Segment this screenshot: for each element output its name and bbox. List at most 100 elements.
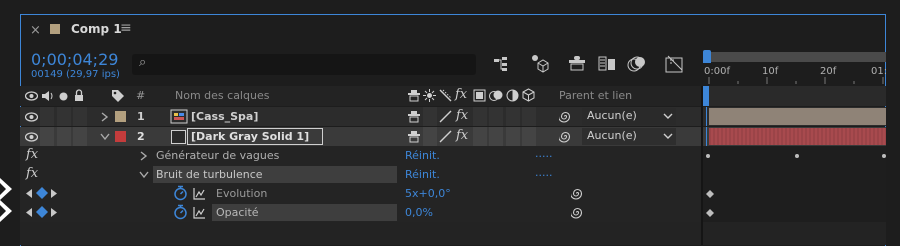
layer-name[interactable]: [Cass_Spa] — [191, 110, 258, 123]
frame-blending-icon[interactable] — [598, 55, 618, 73]
pick-whip-icon[interactable] — [571, 187, 584, 200]
prev-keyframe-icon[interactable] — [26, 208, 33, 217]
property-row[interactable]: Evolution 5x+0,0° — [20, 184, 886, 203]
adjustment-switch[interactable] — [506, 107, 520, 126]
quality-switch-icon[interactable] — [439, 130, 452, 143]
label-color-swatch[interactable] — [115, 111, 126, 122]
eye-icon[interactable] — [25, 132, 38, 142]
graph-icon[interactable] — [193, 206, 206, 219]
adjustment-switch[interactable] — [506, 127, 520, 146]
property-name[interactable]: Evolution — [216, 187, 267, 200]
add-keyframe-icon[interactable] — [36, 187, 48, 199]
effect-fx-icon[interactable]: fx — [26, 166, 38, 181]
timecode-display[interactable]: 0;00;04;29 — [31, 50, 118, 69]
layer-name-header[interactable]: Nom des calques — [175, 89, 269, 102]
video-switch-icon[interactable] — [25, 91, 38, 101]
3d-layer-switch-icon[interactable] — [522, 88, 535, 102]
comp-flowchart-icon[interactable] — [493, 56, 513, 72]
pick-whip-icon[interactable] — [559, 130, 572, 143]
keyframe-diamond-icon[interactable] — [706, 209, 714, 217]
shy-switch-icon[interactable] — [407, 110, 421, 123]
search-input[interactable]: ⌕ — [132, 54, 476, 75]
effect-fx-icon[interactable]: fx — [26, 147, 38, 162]
audio-toggle[interactable] — [40, 107, 54, 126]
adjustment-layer-switch-icon[interactable] — [506, 89, 519, 102]
column-header: # Nom des calques fx Parent et lien — [20, 86, 886, 106]
layer-row-selected[interactable]: 2 [Dark Gray Solid 1] fx Aucun(e) — [20, 127, 886, 146]
quality-switch-icon[interactable] — [439, 89, 452, 102]
expand-arrow-icon[interactable] — [101, 112, 109, 122]
motion-blur-switch-icon[interactable] — [489, 89, 503, 102]
reset-link[interactable]: Réinit. — [405, 149, 440, 162]
work-area-bar[interactable] — [705, 52, 886, 62]
property-value[interactable]: 0,0% — [405, 206, 433, 219]
graph-icon[interactable] — [193, 187, 206, 200]
stopwatch-icon[interactable] — [173, 185, 188, 201]
layer-name-edit[interactable]: [Dark Gray Solid 1] — [187, 128, 323, 145]
current-time-indicator-head[interactable] — [703, 50, 711, 63]
label-color-swatch[interactable] — [115, 131, 126, 142]
draft-3d-icon[interactable] — [530, 53, 550, 73]
effect-row[interactable]: fx Générateur de vagues Réinit. ..... — [20, 146, 886, 165]
audio-toggle[interactable] — [40, 127, 54, 146]
current-time-indicator[interactable] — [703, 86, 709, 106]
3d-switch[interactable] — [522, 127, 536, 146]
expand-arrow-icon[interactable] — [140, 151, 148, 161]
lock-icon[interactable] — [74, 89, 84, 102]
collapse-arrow-icon[interactable] — [139, 171, 149, 179]
label-tag-icon[interactable] — [111, 89, 125, 102]
parent-dropdown[interactable]: Aucun(e) — [582, 108, 676, 125]
parent-dropdown[interactable]: Aucun(e) — [582, 128, 676, 145]
motion-blur-switch[interactable] — [489, 107, 503, 126]
time-ruler[interactable]: 0:00f 10f 20f 01: — [703, 50, 887, 84]
lock-toggle[interactable] — [73, 107, 87, 126]
pick-whip-icon[interactable] — [571, 206, 584, 219]
3d-switch[interactable] — [522, 107, 536, 126]
collapse-switch-icon[interactable] — [423, 89, 436, 102]
panel-menu-icon[interactable]: ≡ — [120, 20, 132, 36]
audio-switch-icon[interactable] — [41, 90, 54, 102]
close-tab-button[interactable]: × — [30, 23, 41, 38]
graph-editor-icon[interactable] — [664, 54, 686, 74]
effect-name-highlight[interactable]: Bruit de turbulence — [153, 166, 397, 183]
frame-blend-switch[interactable] — [473, 107, 487, 126]
motion-blur-icon[interactable] — [626, 55, 648, 73]
comp-tab-title[interactable]: Comp 1 — [71, 22, 122, 36]
pick-whip-icon[interactable] — [559, 110, 572, 123]
add-keyframe-icon[interactable] — [36, 206, 48, 218]
property-name-highlight[interactable]: Opacité — [212, 204, 397, 221]
effects-switch-header[interactable]: fx — [455, 87, 467, 102]
frame-blend-switch-icon[interactable] — [473, 89, 486, 102]
motion-blur-switch[interactable] — [489, 127, 503, 146]
solo-switch-icon[interactable] — [59, 92, 68, 101]
collapse-switch[interactable] — [423, 127, 437, 146]
collapse-arrow-icon[interactable] — [100, 133, 110, 141]
next-keyframe-icon[interactable] — [51, 208, 58, 217]
stopwatch-icon[interactable] — [173, 204, 188, 220]
effect-options-link[interactable]: ..... — [535, 147, 552, 160]
reset-link[interactable]: Réinit. — [405, 168, 440, 181]
quality-switch-icon[interactable] — [439, 110, 452, 123]
solo-toggle[interactable] — [57, 107, 71, 126]
layer-duration-bar[interactable] — [709, 128, 886, 145]
property-value[interactable]: 5x+0,0° — [405, 187, 451, 200]
hide-shy-layers-icon[interactable] — [567, 56, 587, 72]
next-keyframe-icon[interactable] — [51, 189, 58, 198]
effects-switch[interactable]: fx — [456, 108, 468, 123]
eye-icon[interactable] — [25, 112, 38, 122]
effect-options-link[interactable]: ..... — [535, 166, 552, 179]
layer-duration-bar[interactable] — [709, 108, 886, 125]
shy-switch-icon[interactable] — [407, 130, 421, 143]
prev-keyframe-icon[interactable] — [26, 189, 33, 198]
solo-toggle[interactable] — [57, 127, 71, 146]
shy-switch-icon[interactable] — [407, 89, 421, 102]
layer-row[interactable]: 1 [Cass_Spa] fx Aucun(e) — [20, 107, 886, 126]
effects-switch[interactable]: fx — [456, 128, 468, 143]
frame-blend-switch[interactable] — [473, 127, 487, 146]
keyframe-diamond-icon[interactable] — [706, 190, 714, 198]
property-row[interactable]: Opacité 0,0% — [20, 203, 886, 222]
effect-name[interactable]: Générateur de vagues — [156, 149, 279, 162]
effect-row[interactable]: fx Bruit de turbulence Réinit. ..... — [20, 165, 886, 184]
lock-toggle[interactable] — [73, 127, 87, 146]
collapse-switch[interactable] — [423, 107, 437, 126]
